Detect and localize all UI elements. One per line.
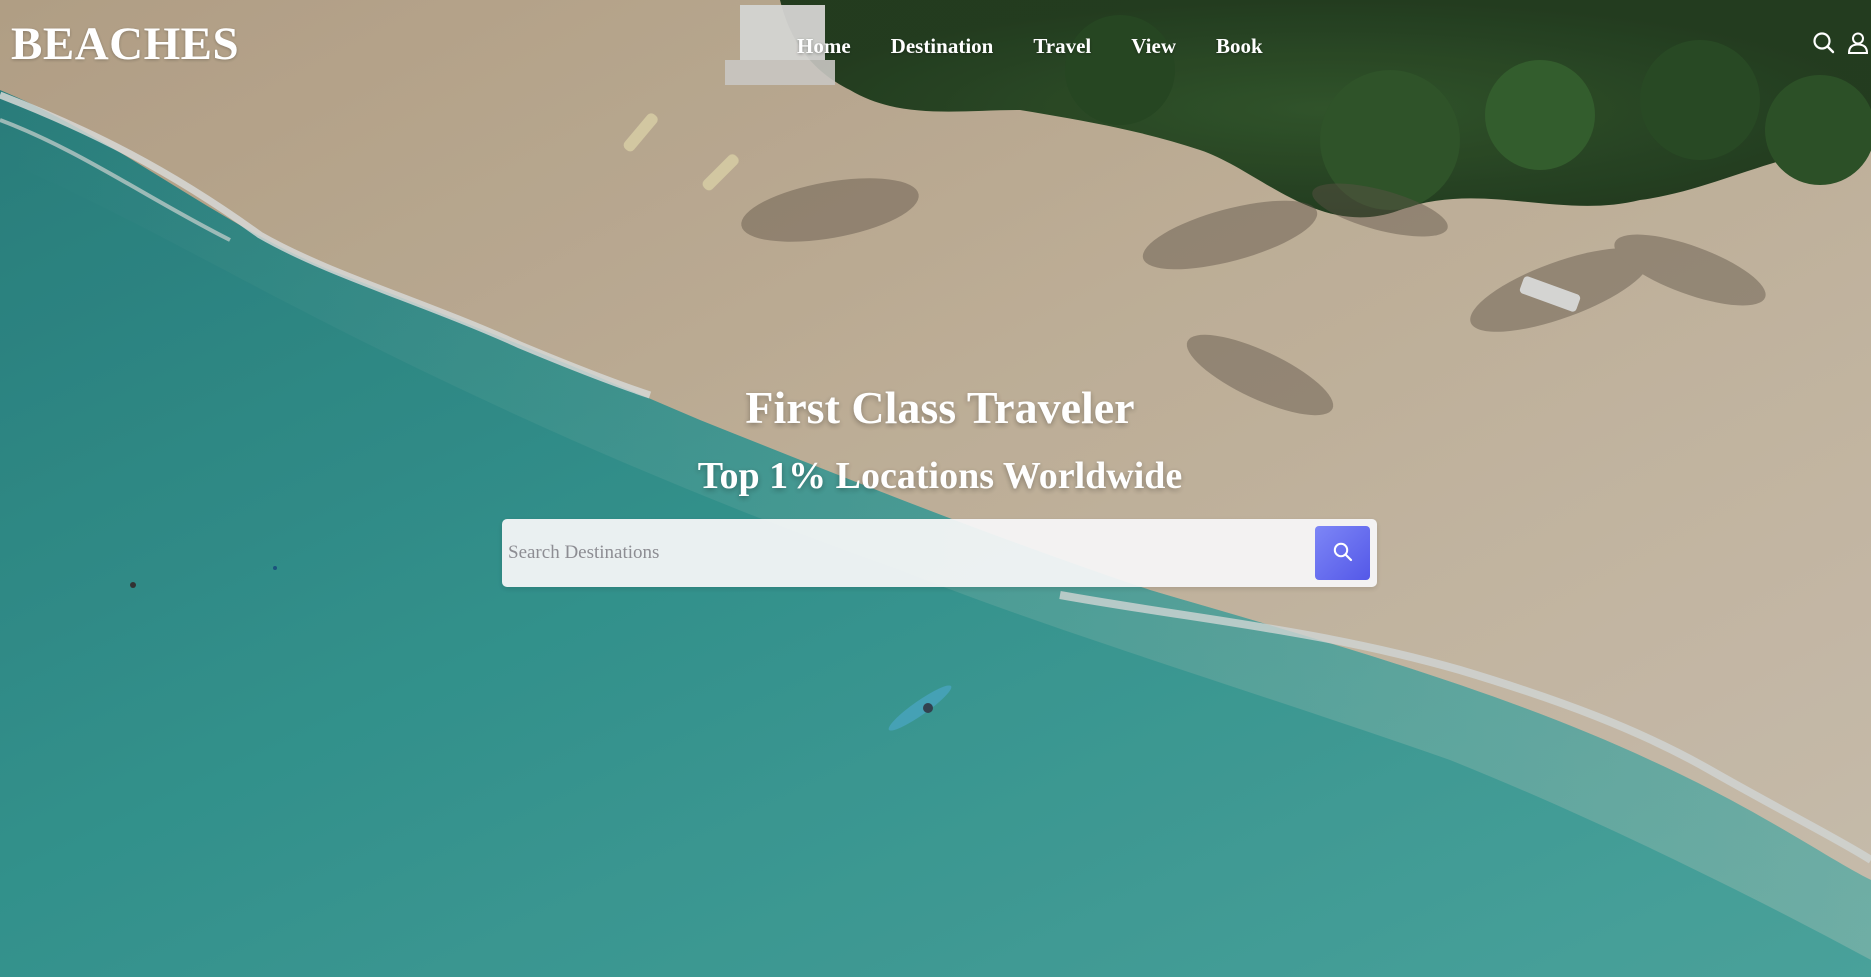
search-bar [502, 519, 1377, 587]
search-input[interactable] [508, 519, 1308, 587]
navbar: BEACHES Home Destination Travel View Boo… [0, 0, 1871, 90]
nav-link-home[interactable]: Home [797, 34, 851, 59]
hero-title: First Class Traveler [745, 382, 1135, 433]
nav-link-view[interactable]: View [1131, 34, 1176, 59]
search-icon [1332, 541, 1354, 566]
user-icon[interactable] [1845, 30, 1871, 56]
hero-subtitle: Top 1% Locations Worldwide [697, 455, 1183, 497]
nav-icons [1803, 30, 1871, 56]
search-button[interactable] [1315, 526, 1370, 580]
search-icon[interactable] [1811, 30, 1837, 56]
nav-links: Home Destination Travel View Book [797, 30, 1303, 62]
nav-link-travel[interactable]: Travel [1033, 34, 1091, 59]
logo[interactable]: BEACHES [11, 16, 239, 72]
hero-section: BEACHES Home Destination Travel View Boo… [0, 0, 1871, 977]
nav-link-destination[interactable]: Destination [891, 34, 994, 59]
nav-link-book[interactable]: Book [1216, 34, 1263, 59]
